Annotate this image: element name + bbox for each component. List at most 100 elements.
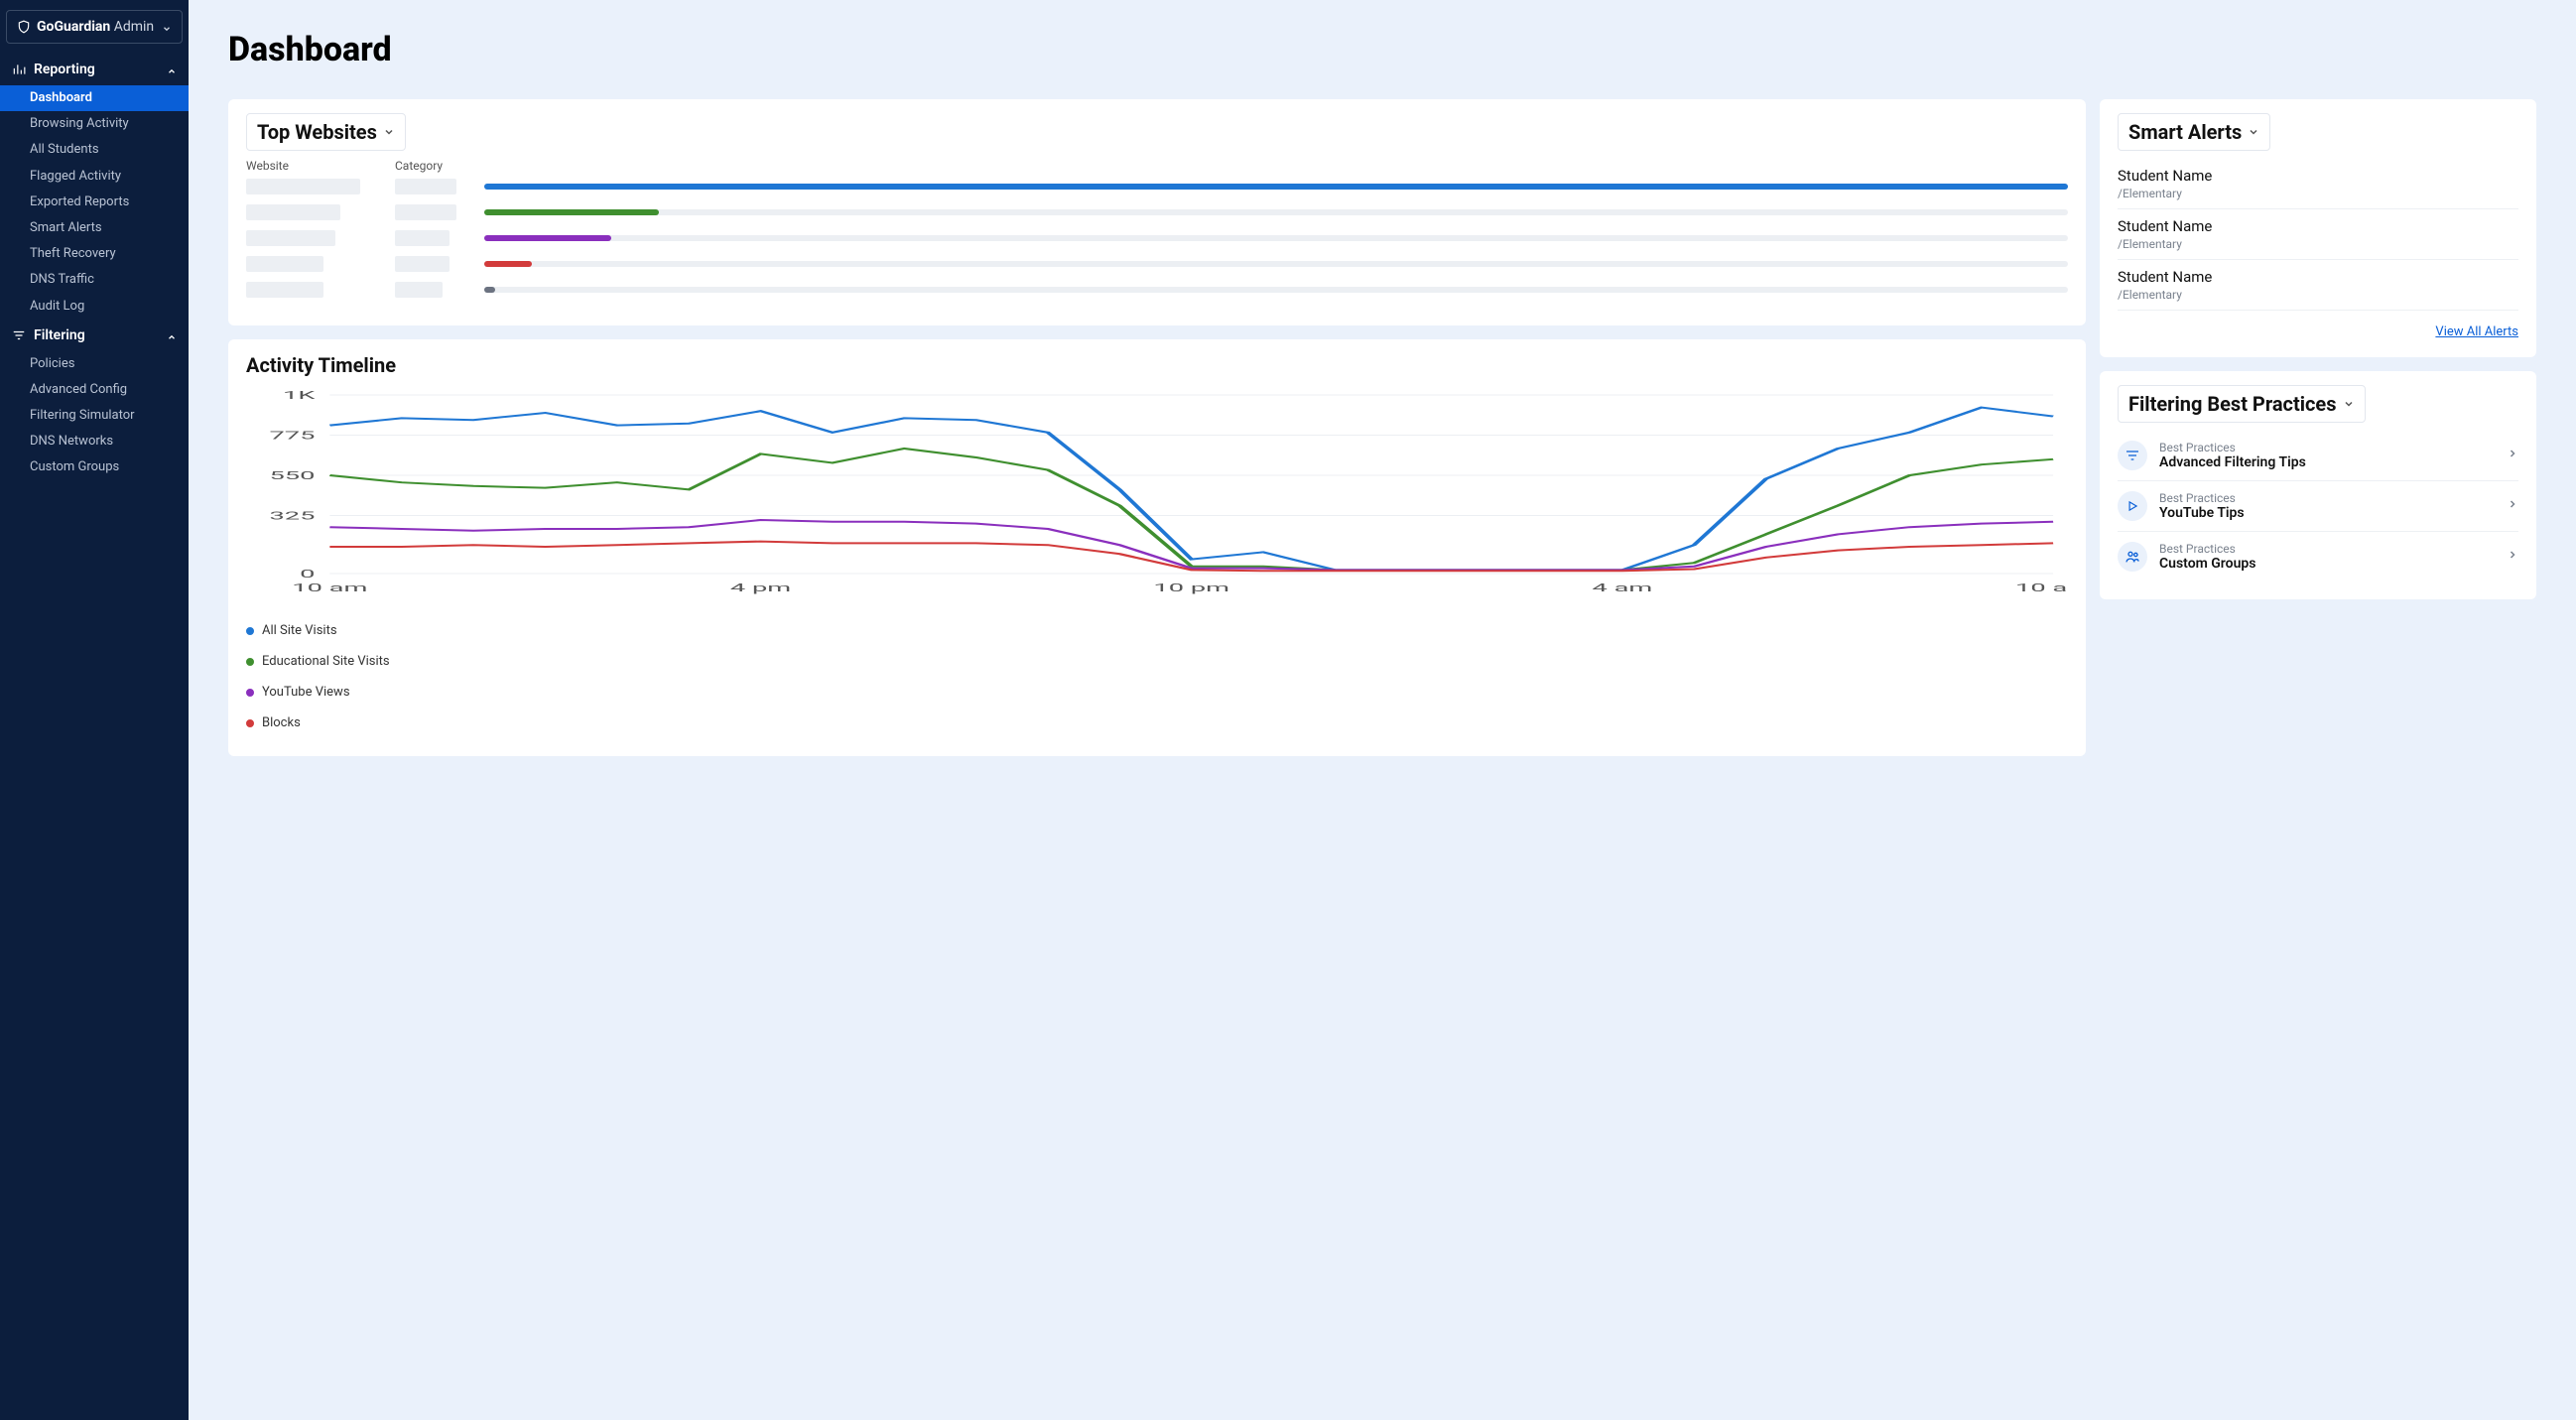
website-skeleton [246,230,335,246]
nav-item-browsing-activity[interactable]: Browsing Activity [0,111,189,137]
card-best-practices: Filtering Best Practices Best PracticesA… [2100,371,2536,599]
svg-text:4 am: 4 am [1592,581,1652,594]
legend-item: Educational Site Visits [246,646,2068,677]
nav-item-all-students[interactable]: All Students [0,137,189,163]
bp-title: YouTube Tips [2159,505,2245,521]
bar-track [484,209,2068,215]
category-skeleton [395,282,443,298]
sidebar: GoGuardian Admin Reporting Dashboard Bro… [0,0,189,1420]
top-websites-rows [246,179,2068,298]
svg-text:0: 0 [300,568,315,581]
svg-text:10 am: 10 am [292,581,367,594]
smart-alerts-rows: Student Name/ElementaryStudent Name/Elem… [2118,159,2518,311]
bar-fill [484,209,659,215]
top-websites-dropdown[interactable]: Top Websites [246,113,406,151]
col-header-website: Website [246,159,395,173]
nav-item-dns-traffic[interactable]: DNS Traffic [0,267,189,293]
nav-item-filtering-simulator[interactable]: Filtering Simulator [0,403,189,429]
best-practice-row[interactable]: Best PracticesCustom Groups [2118,532,2518,581]
main-content: Dashboard Top Websites Website Category [189,0,2576,1420]
alert-student-path: /Elementary [2118,237,2518,251]
nav-items-filtering: Policies Advanced Config Filtering Simul… [0,351,189,481]
bp-eyebrow: Best Practices [2159,441,2306,454]
bp-eyebrow: Best Practices [2159,491,2245,505]
nav-item-theft-recovery[interactable]: Theft Recovery [0,241,189,267]
legend-item: Blocks [246,708,2068,738]
legend-label: YouTube Views [262,685,350,700]
svg-text:4 pm: 4 pm [730,581,791,594]
nav-section-label: Filtering [34,327,85,343]
nav-item-custom-groups[interactable]: Custom Groups [0,454,189,480]
svg-text:10 am: 10 am [2015,581,2068,594]
chevron-down-icon [162,22,172,32]
col-header-category: Category [395,159,484,173]
nav-section-filtering[interactable]: Filtering [0,320,189,351]
website-skeleton [246,179,360,194]
bar-track [484,261,2068,267]
card-title: Smart Alerts [2128,120,2242,144]
alert-student-name: Student Name [2118,268,2518,286]
category-skeleton [395,256,450,272]
smart-alert-row[interactable]: Student Name/Elementary [2118,159,2518,209]
legend-item: YouTube Views [246,677,2068,708]
best-practices-rows: Best PracticesAdvanced Filtering TipsBes… [2118,431,2518,581]
bar-chart-icon [12,63,26,76]
svg-text:10 pm: 10 pm [1153,581,1229,594]
brand-name: GoGuardian Admin [37,19,154,35]
chevron-right-icon [2507,498,2518,514]
smart-alert-row[interactable]: Student Name/Elementary [2118,209,2518,260]
nav-item-dashboard[interactable]: Dashboard [0,85,189,111]
view-all-alerts-link[interactable]: View All Alerts [2118,324,2518,339]
nav-item-audit-log[interactable]: Audit Log [0,294,189,320]
bar-fill [484,235,611,241]
legend-dot-icon [246,719,254,727]
bp-title: Custom Groups [2159,556,2255,572]
legend-label: Blocks [262,715,301,730]
chevron-down-icon [2343,398,2355,410]
legend-dot-icon [246,627,254,635]
legend-dot-icon [246,689,254,697]
people-icon [2118,542,2147,572]
website-skeleton [246,282,323,298]
category-skeleton [395,230,450,246]
best-practices-dropdown[interactable]: Filtering Best Practices [2118,385,2366,423]
card-activity-timeline: Activity Timeline 03255507751K10 am4 pm1… [228,339,2086,756]
nav-item-smart-alerts[interactable]: Smart Alerts [0,215,189,241]
filter-icon [2118,441,2147,470]
bar-fill [484,261,532,267]
nav-item-advanced-config[interactable]: Advanced Config [0,377,189,403]
bar-fill [484,184,2068,190]
category-skeleton [395,179,456,194]
nav-item-flagged-activity[interactable]: Flagged Activity [0,164,189,190]
top-websites-row [246,256,2068,272]
activity-timeline-chart: 03255507751K10 am4 pm10 pm4 am10 am [246,387,2068,595]
nav-item-policies[interactable]: Policies [0,351,189,377]
card-top-websites: Top Websites Website Category [228,99,2086,325]
card-title: Activity Timeline [246,353,2068,377]
smart-alert-row[interactable]: Student Name/Elementary [2118,260,2518,311]
nav-item-dns-networks[interactable]: DNS Networks [0,429,189,454]
best-practice-row[interactable]: Best PracticesAdvanced Filtering Tips [2118,431,2518,481]
alert-student-path: /Elementary [2118,288,2518,302]
top-websites-row [246,179,2068,194]
card-title: Filtering Best Practices [2128,392,2337,416]
website-skeleton [246,204,340,220]
bp-eyebrow: Best Practices [2159,542,2255,556]
bar-track [484,184,2068,190]
svg-text:1K: 1K [283,389,317,402]
chevron-down-icon [383,126,395,138]
legend-label: Educational Site Visits [262,654,390,669]
card-title: Top Websites [257,120,377,144]
org-switcher[interactable]: GoGuardian Admin [6,10,183,44]
nav-item-exported-reports[interactable]: Exported Reports [0,190,189,215]
play-icon [2118,491,2147,521]
page-title: Dashboard [228,30,2536,69]
smart-alerts-dropdown[interactable]: Smart Alerts [2118,113,2270,151]
bar-track [484,287,2068,293]
top-websites-row [246,282,2068,298]
best-practice-row[interactable]: Best PracticesYouTube Tips [2118,481,2518,532]
chevron-up-icon [167,330,177,340]
nav-section-reporting[interactable]: Reporting [0,54,189,85]
svg-text:775: 775 [269,430,315,443]
top-websites-row [246,230,2068,246]
